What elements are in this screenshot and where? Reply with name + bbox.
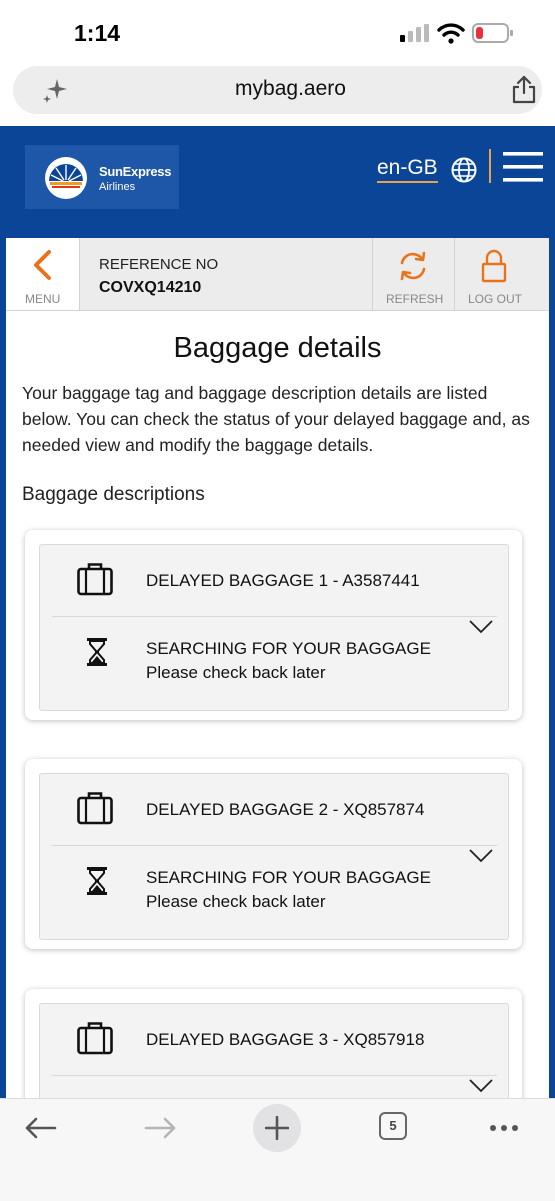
reference-label: REFERENCE NO [99, 256, 219, 273]
lock-icon[interactable] [481, 249, 507, 283]
divider [52, 1075, 497, 1076]
back-arrow-icon[interactable] [25, 1117, 57, 1139]
baggage-card[interactable]: DELAYED BAGGAGE 1 - A3587441 SEARCHING F… [25, 530, 522, 720]
chevron-down-icon[interactable] [469, 1079, 493, 1093]
browser-toolbar: 5 [0, 1098, 555, 1201]
main-card: MENU REFERENCE NO COVXQ14210 REFRESH LOG… [6, 238, 549, 1200]
suitcase-icon [77, 563, 113, 596]
language-selector[interactable]: en-GB [377, 156, 438, 183]
baggage-status: SEARCHING FOR YOUR BAGGAGE [146, 868, 431, 887]
baggage-title: DELAYED BAGGAGE 1 - A3587441 [146, 571, 420, 590]
logout-label[interactable]: LOG OUT [468, 292, 522, 306]
baggage-status: SEARCHING FOR YOUR BAGGAGE [146, 639, 431, 658]
reference-bar: MENU REFERENCE NO COVXQ14210 REFRESH LOG… [6, 238, 549, 311]
plus-icon[interactable] [265, 1116, 289, 1140]
menu-label[interactable]: MENU [25, 292, 60, 306]
brand-subtitle: Airlines [99, 181, 136, 193]
url-text[interactable]: mybag.aero [13, 77, 555, 101]
chevron-left-icon[interactable] [30, 249, 54, 281]
status-bar: 1:14 [0, 0, 555, 66]
divider [52, 845, 497, 846]
reference-value: COVXQ14210 [99, 279, 202, 296]
cellular-signal-icon [400, 24, 429, 42]
baggage-card[interactable]: DELAYED BAGGAGE 2 - XQ857874 SEARCHING F… [25, 759, 522, 949]
refresh-label[interactable]: REFRESH [386, 292, 443, 306]
baggage-title: DELAYED BAGGAGE 2 - XQ857874 [146, 800, 425, 819]
sun-logo-icon [45, 157, 87, 199]
suitcase-icon [77, 1022, 113, 1055]
status-time: 1:14 [74, 20, 121, 46]
section-title: Baggage descriptions [22, 484, 205, 505]
baggage-title: DELAYED BAGGAGE 3 - XQ857918 [146, 1030, 425, 1049]
chevron-down-icon[interactable] [469, 849, 493, 863]
baggage-note: Please check back later [146, 892, 326, 911]
baggage-panel[interactable]: DELAYED BAGGAGE 2 - XQ857874 SEARCHING F… [39, 773, 509, 940]
tabs-count-button[interactable]: 5 [379, 1112, 407, 1140]
intro-text: Your baggage tag and baggage description… [22, 383, 530, 455]
hourglass-icon [87, 867, 107, 895]
logout-button[interactable]: LOG OUT [454, 238, 550, 310]
sunexpress-logo[interactable]: SunExpress Airlines [25, 145, 179, 209]
battery-low-icon [472, 23, 513, 43]
baggage-panel[interactable]: DELAYED BAGGAGE 1 - A3587441 SEARCHING F… [39, 544, 509, 711]
header-divider [489, 149, 491, 183]
hamburger-menu-icon[interactable] [503, 151, 543, 183]
baggage-note: Please check back later [146, 663, 326, 682]
new-tab-button[interactable] [253, 1104, 301, 1152]
menu-button[interactable]: MENU [6, 238, 80, 310]
browser-address-area: mybag.aero [0, 66, 555, 126]
forward-arrow-icon[interactable] [144, 1117, 176, 1139]
share-icon[interactable] [511, 75, 537, 105]
hourglass-icon [87, 638, 107, 666]
page-title: Baggage details [173, 332, 382, 364]
globe-icon[interactable] [451, 157, 477, 183]
brand-name: SunExpress [99, 164, 172, 179]
refresh-button[interactable]: REFRESH [372, 238, 455, 310]
more-dots-icon[interactable] [489, 1124, 519, 1132]
wifi-icon [437, 23, 465, 44]
suitcase-icon [77, 792, 113, 825]
address-bar[interactable]: mybag.aero [13, 66, 542, 114]
divider [52, 616, 497, 617]
chevron-down-icon[interactable] [469, 620, 493, 634]
refresh-icon[interactable] [397, 250, 429, 282]
